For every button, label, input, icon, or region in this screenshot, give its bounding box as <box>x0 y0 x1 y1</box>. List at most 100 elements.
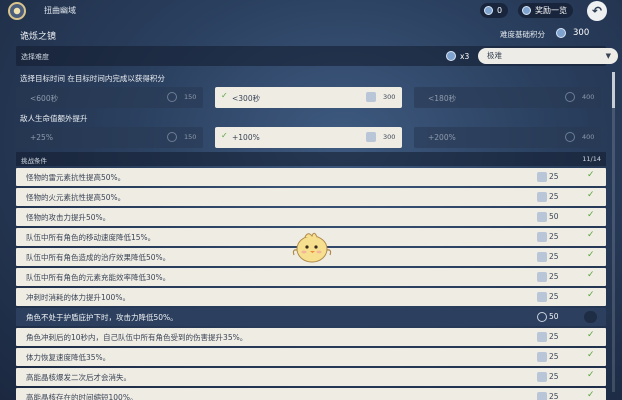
condition-row[interactable]: 角色冲刺后的10秒内，自己队伍中所有角色受到的伤害提升35%。 25 ✓ <box>16 328 606 346</box>
time-option-180[interactable]: <180秒 400 <box>414 87 601 108</box>
time-section-label: 选择目标时间 在目标时间内完成以获得积分 <box>20 74 165 83</box>
option-value: 150 <box>184 93 197 101</box>
condition-value: 25 <box>549 252 559 261</box>
option-text: +25% <box>30 133 53 142</box>
domain-emblem-icon <box>8 2 26 20</box>
score-icon <box>537 212 547 222</box>
condition-value: 25 <box>549 232 559 241</box>
condition-row[interactable]: 角色不处于护盾庇护下时，攻击力降低50%。 50 <box>16 308 606 326</box>
score-label: 难度基础积分 <box>500 30 545 39</box>
difficulty-label: 选择难度 <box>21 53 49 61</box>
hp-option-100[interactable]: ✓ +100% 300 <box>215 127 402 148</box>
option-value: 400 <box>582 93 595 101</box>
score-icon <box>556 28 566 38</box>
condition-row[interactable]: 高能晶核存在的时间缩短100%。 25 ✓ <box>16 388 606 400</box>
condition-row[interactable]: 队伍中所有角色的元素充能效率降低30%。 25 ✓ <box>16 268 606 286</box>
check-icon: ✓ <box>221 131 228 140</box>
conditions-header: 挑战条件 11/14 <box>16 152 606 166</box>
option-value: 400 <box>582 133 595 141</box>
score-icon <box>167 132 177 142</box>
condition-row[interactable]: 冲刺时消耗的体力提升100%。 25 ✓ <box>16 288 606 306</box>
condition-text: 冲刺时消耗的体力提升100%。 <box>26 293 130 302</box>
currency-icon <box>484 6 493 15</box>
page-title: 诡烁之镜 <box>20 32 57 42</box>
option-text: <180秒 <box>428 94 457 103</box>
score-icon <box>537 252 547 262</box>
condition-text: 高能晶核存在的时间缩短100%。 <box>26 393 138 400</box>
score-value: 300 <box>573 28 590 38</box>
time-option-300[interactable]: ✓ <300秒 300 <box>215 87 402 108</box>
hp-section-label: 敌人生命值额外提升 <box>20 114 88 123</box>
condition-row[interactable]: 怪物的雷元素抗性提高50%。 25 ✓ <box>16 168 606 186</box>
score-icon <box>537 352 547 362</box>
condition-value: 25 <box>549 192 559 201</box>
check-icon: ✓ <box>587 390 595 400</box>
condition-text: 角色冲刺后的10秒内，自己队伍中所有角色受到的伤害提升35%。 <box>26 333 248 342</box>
reward-list-button[interactable]: 奖励一览 <box>518 3 573 18</box>
check-icon: ✓ <box>587 370 595 380</box>
score-icon <box>537 312 547 322</box>
chevron-down-icon: ▼ <box>605 52 611 60</box>
check-icon: ✓ <box>587 190 595 200</box>
back-arrow-icon: ↶ <box>591 4 603 18</box>
scrollbar-track[interactable] <box>612 72 615 392</box>
score-icon <box>537 292 547 302</box>
condition-text: 队伍中所有角色的元素充能效率降低30%。 <box>26 273 171 282</box>
condition-row[interactable]: 怪物的攻击力提升50%。 50 ✓ <box>16 208 606 226</box>
condition-value: 25 <box>549 292 559 301</box>
check-icon: ✓ <box>221 91 228 100</box>
condition-value: 25 <box>549 332 559 341</box>
challenge-screen: 扭曲幽域 0 奖励一览 ↶ 诡烁之镜 难度基础积分 300 选择难度 x3 极难… <box>0 0 622 400</box>
check-icon: ✓ <box>587 330 595 340</box>
condition-row[interactable]: 高能晶核爆发二次后才会消失。 25 ✓ <box>16 368 606 386</box>
top-bar: 扭曲幽域 0 奖励一览 ↶ <box>0 0 622 22</box>
event-title: 扭曲幽域 <box>44 6 76 15</box>
hp-option-200[interactable]: +200% 400 <box>414 127 601 148</box>
difficulty-dropdown[interactable]: 极难 ▼ <box>478 48 618 64</box>
chick-mascot-icon <box>292 232 332 263</box>
reward-list-label: 奖励一览 <box>535 6 567 15</box>
condition-value: 50 <box>549 212 559 221</box>
condition-text: 角色不处于护盾庇护下时，攻击力降低50%。 <box>26 313 178 322</box>
condition-text: 怪物的攻击力提升50%。 <box>26 213 111 222</box>
check-icon: ✓ <box>587 290 595 300</box>
option-text: <300秒 <box>232 94 261 103</box>
hp-option-25[interactable]: +25% 150 <box>16 127 203 148</box>
score-icon <box>565 132 575 142</box>
score-icon <box>537 332 547 342</box>
check-icon: ✓ <box>587 350 595 360</box>
check-icon: ✓ <box>587 210 595 220</box>
score-icon <box>537 232 547 242</box>
score-icon <box>537 272 547 282</box>
condition-row[interactable]: 体力恢复速度降低35%。 25 ✓ <box>16 348 606 366</box>
conditions-title: 挑战条件 <box>21 157 47 165</box>
condition-text: 高能晶核爆发二次后才会消失。 <box>26 373 131 382</box>
condition-text: 队伍中所有角色的移动速度降低15%。 <box>26 233 156 242</box>
scrollbar-thumb[interactable] <box>612 72 615 108</box>
condition-text: 队伍中所有角色造成的治疗效果降低50%。 <box>26 253 171 262</box>
condition-value: 25 <box>549 352 559 361</box>
score-icon <box>537 372 547 382</box>
empty-checkbox <box>584 311 597 323</box>
time-option-600[interactable]: <600秒 150 <box>16 87 203 108</box>
check-icon: ✓ <box>587 270 595 280</box>
difficulty-multiplier: x3 <box>460 52 470 61</box>
reward-icon <box>522 6 531 15</box>
back-button[interactable]: ↶ <box>587 1 607 21</box>
check-icon: ✓ <box>587 230 595 240</box>
option-value: 150 <box>184 133 197 141</box>
conditions-count: 11/14 <box>582 155 601 163</box>
condition-text: 体力恢复速度降低35%。 <box>26 353 111 362</box>
score-icon <box>537 392 547 400</box>
score-icon <box>366 132 376 142</box>
condition-value: 25 <box>549 392 559 400</box>
option-text: +100% <box>232 133 260 142</box>
difficulty-row: 选择难度 x3 极难 ▼ <box>16 46 618 66</box>
condition-value: 25 <box>549 272 559 281</box>
option-value: 300 <box>383 93 396 101</box>
condition-row[interactable]: 怪物的火元素抗性提高50%。 25 ✓ <box>16 188 606 206</box>
difficulty-selected: 极难 <box>487 51 502 60</box>
multiplier-icon <box>446 51 456 61</box>
check-icon: ✓ <box>587 250 595 260</box>
currency-counter: 0 <box>480 3 509 18</box>
